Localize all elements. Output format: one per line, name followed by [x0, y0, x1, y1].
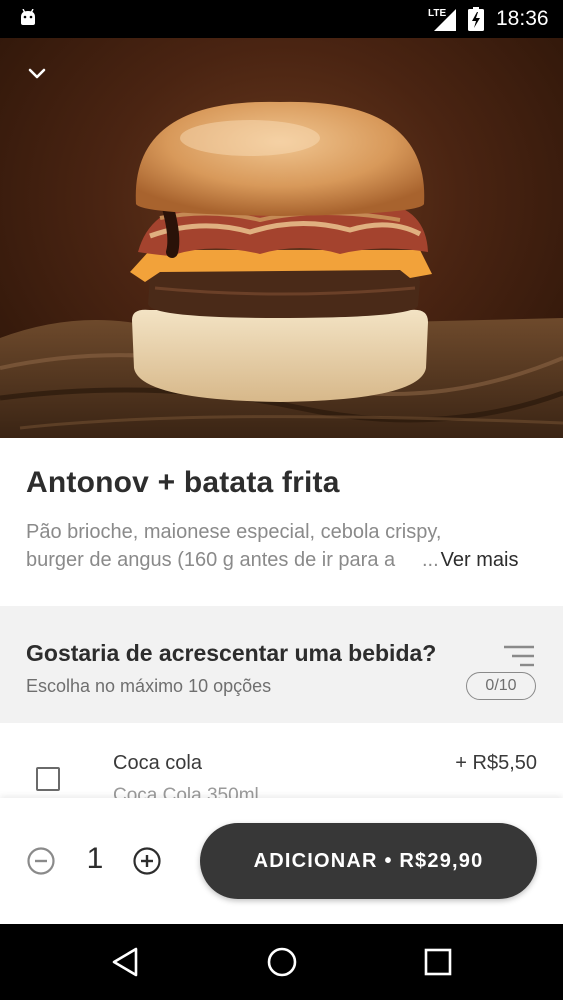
back-icon[interactable] — [110, 946, 140, 978]
section-title: Gostaria de acrescentar uma bebida? — [26, 640, 437, 666]
description-line: Pão brioche, maionese especial, cebola c… — [26, 521, 442, 543]
chevron-down-icon — [28, 68, 46, 79]
battery-charging-icon — [468, 7, 484, 31]
decrease-quantity-button[interactable] — [26, 846, 56, 876]
option-description: Coca Cola 350ml — [113, 785, 259, 798]
product-description: Pão brioche, maionese especial, cebola c… — [26, 518, 546, 574]
option-checkbox[interactable] — [36, 767, 60, 791]
bottom-action-bar: 1 ADICIONAR • R$29,90 — [0, 798, 563, 924]
add-to-cart-button[interactable]: ADICIONAR • R$29,90 — [200, 823, 537, 899]
see-more-link[interactable]: Ver mais — [441, 546, 519, 574]
android-icon — [21, 9, 35, 25]
status-clock: 18:36 — [496, 7, 549, 30]
section-subtitle: Escolha no máximo 10 opções — [26, 676, 272, 696]
home-icon[interactable] — [266, 946, 298, 978]
signal-icon — [434, 9, 456, 31]
option-price: + R$5,50 — [455, 752, 537, 774]
description-ellipsis: ... — [422, 549, 439, 571]
quantity-value: 1 — [86, 842, 104, 875]
recent-apps-icon[interactable] — [424, 948, 452, 976]
status-bar: LTE 18:36 — [0, 0, 563, 38]
increase-quantity-button[interactable] — [132, 846, 162, 876]
burger-illustration — [0, 101, 563, 438]
description-line: burger de angus (160 g antes de ir para … — [26, 549, 396, 571]
selection-counter-badge: 0/10 — [466, 672, 536, 700]
option-name: Coca cola — [113, 752, 202, 774]
collapse-button[interactable] — [28, 68, 60, 100]
system-navigation-bar — [0, 924, 563, 1000]
list-item[interactable]: Coca cola + R$5,50 Coca Cola 350ml — [0, 723, 563, 798]
product-title: Antonov + batata frita — [26, 466, 340, 499]
product-image — [0, 38, 563, 438]
filter-lines-icon — [504, 645, 534, 667]
drink-section-header: Gostaria de acrescentar uma bebida? Esco… — [0, 606, 563, 723]
